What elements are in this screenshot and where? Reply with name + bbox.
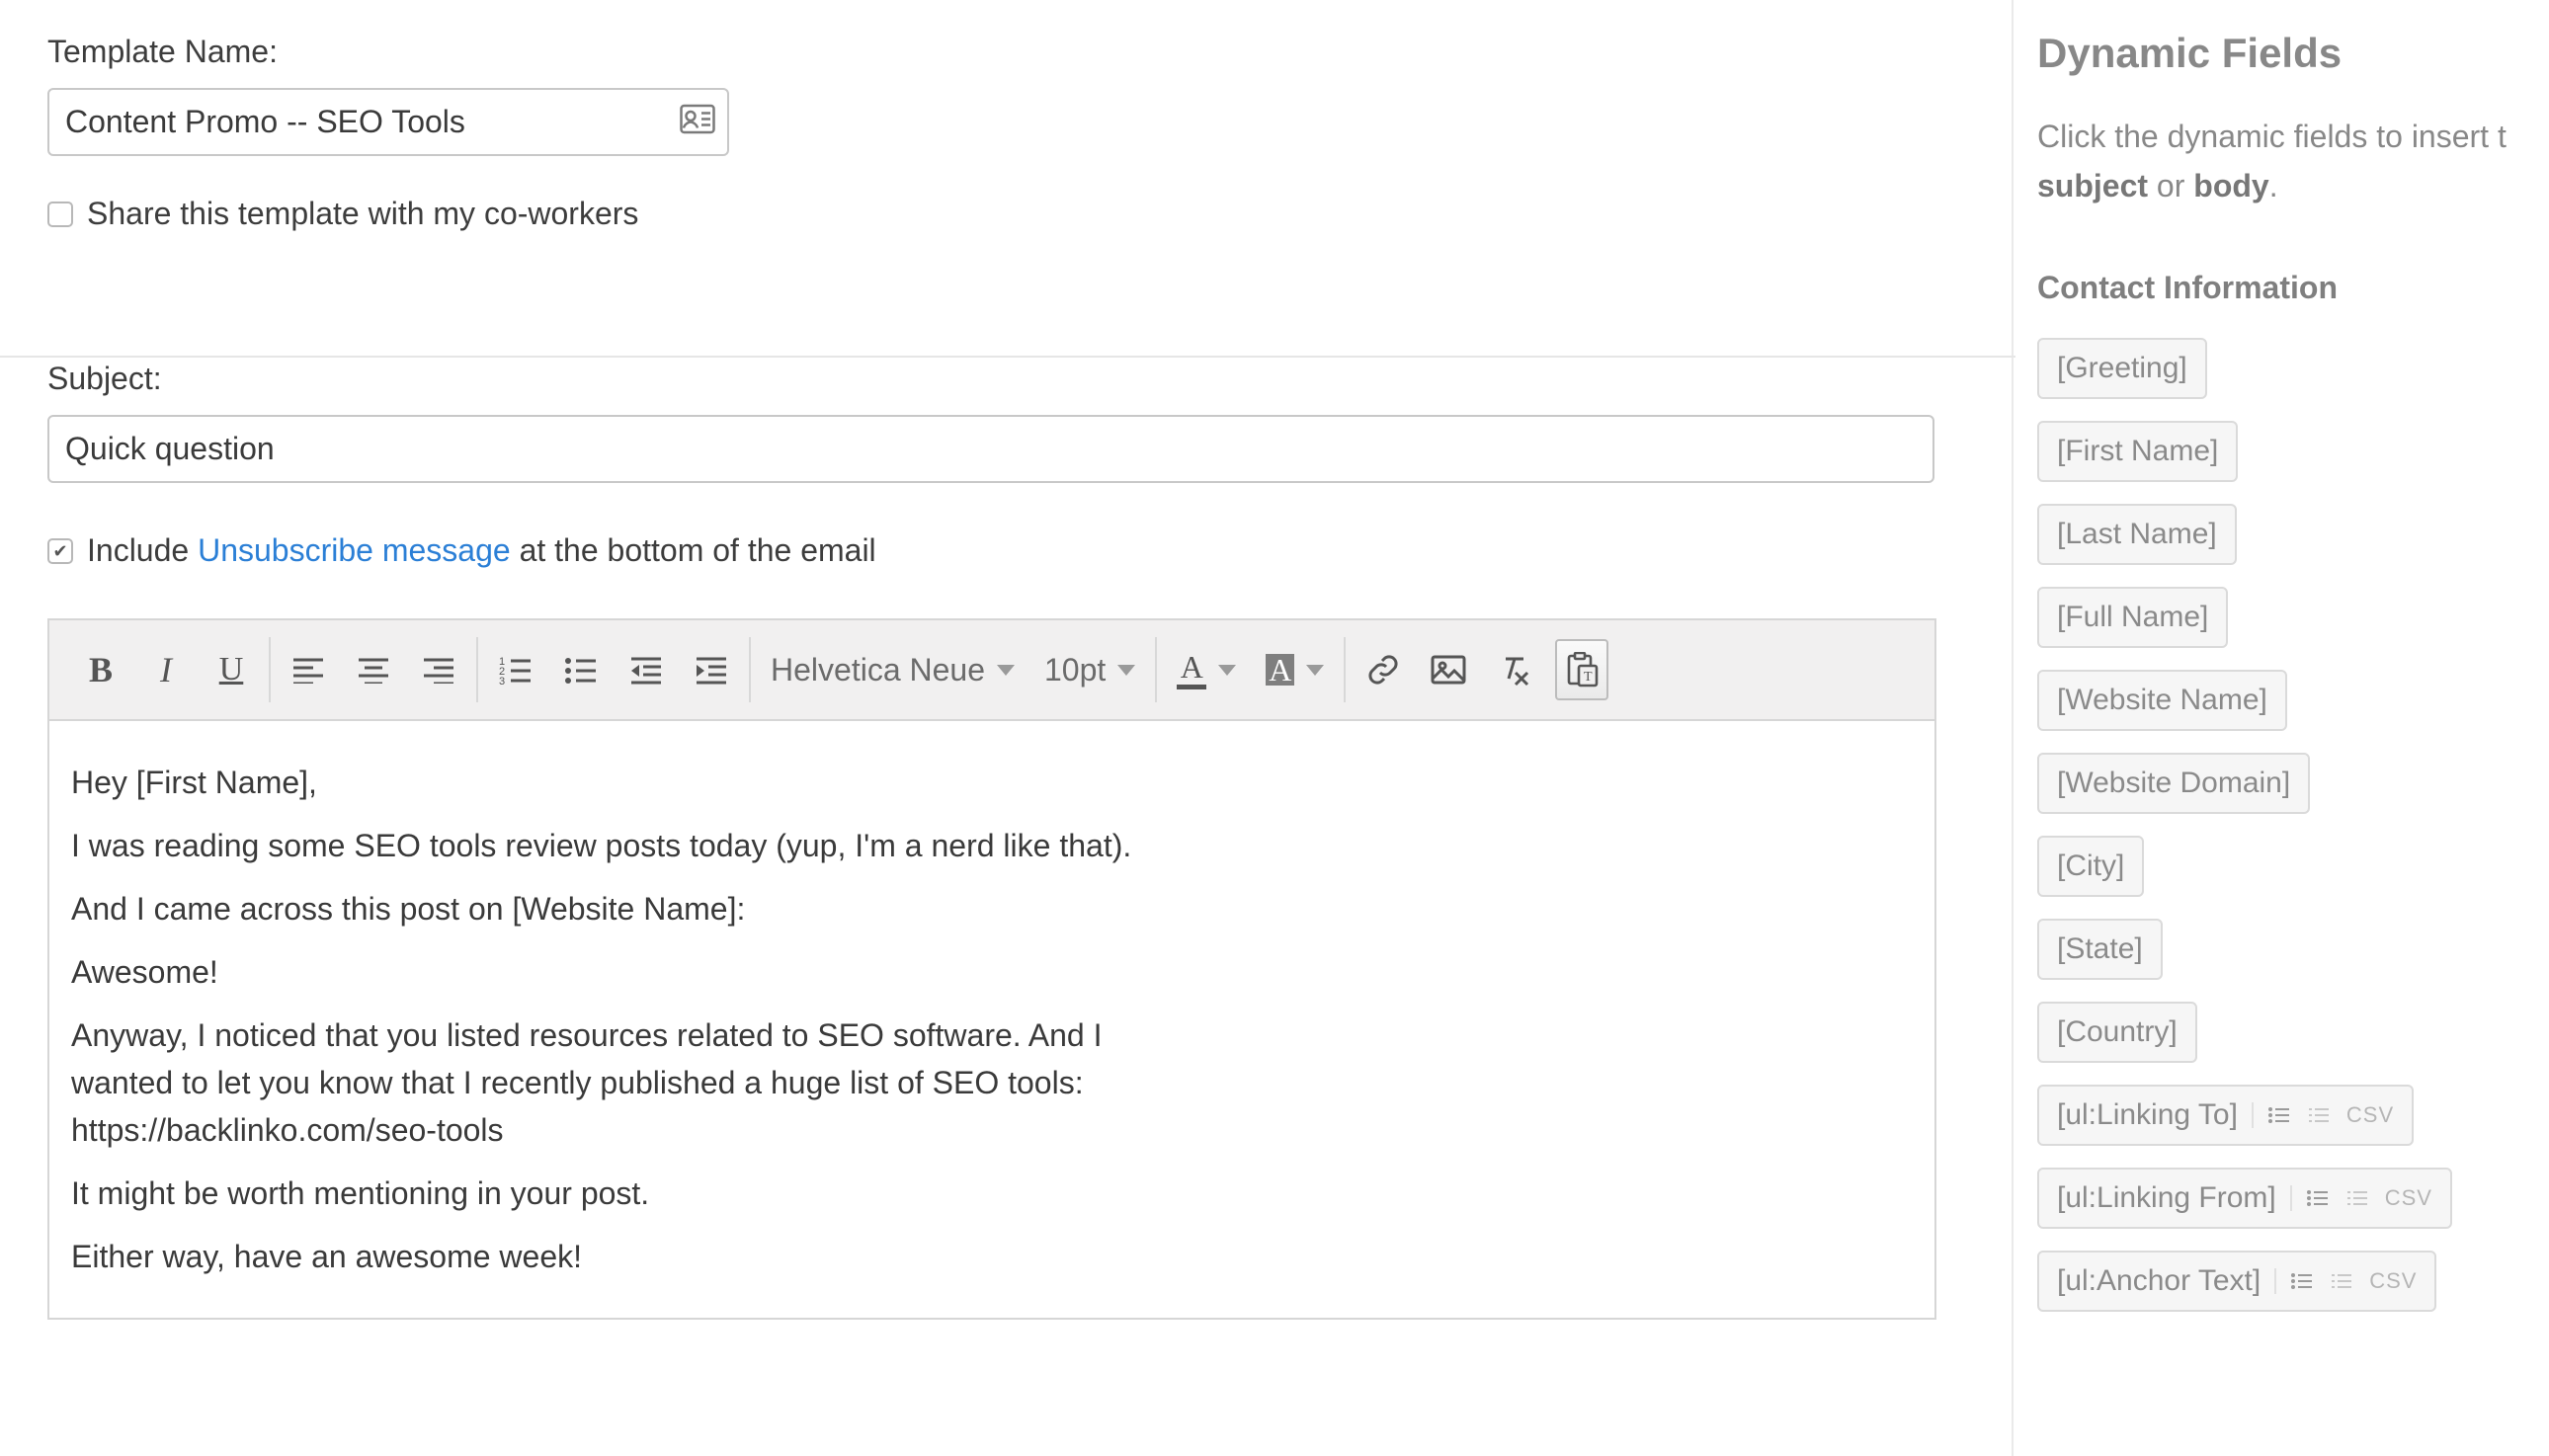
body-line: Awesome!: [71, 948, 1913, 996]
dynamic-field-list: [Greeting] [First Name] [Last Name] [Full N…: [2037, 338, 2549, 1312]
unsubscribe-checkbox[interactable]: [47, 538, 73, 564]
contact-info-heading: Contact Information: [2037, 270, 2549, 306]
dynamic-field-chip[interactable]: [Website Name]: [2037, 670, 2287, 731]
body-line: Either way, have an awesome week!: [71, 1233, 1913, 1280]
field-chip-extras: CSV: [2274, 1268, 2417, 1294]
bulleted-list-icon[interactable]: [2290, 1271, 2314, 1291]
align-right-button[interactable]: [415, 639, 462, 700]
numbered-list-icon[interactable]: [2330, 1271, 2353, 1291]
insert-image-button[interactable]: [1425, 639, 1472, 700]
bulleted-list-button[interactable]: [557, 639, 605, 700]
dynamic-field-chip[interactable]: [First Name]: [2037, 421, 2238, 482]
field-chip-label: [Country]: [2057, 1015, 2178, 1049]
numbered-list-button[interactable]: 123: [492, 639, 539, 700]
underline-button[interactable]: U: [207, 639, 255, 700]
dynamic-field-chip[interactable]: [ul:Linking To] CSV: [2037, 1085, 2414, 1146]
body-line: It might be worth mentioning in your pos…: [71, 1170, 1913, 1217]
body-line: Hey [First Name],: [71, 759, 1913, 806]
body-line: I was reading some SEO tools review post…: [71, 822, 1913, 869]
field-chip-extras: CSV: [2290, 1185, 2432, 1211]
font-family-value: Helvetica Neue: [771, 652, 985, 688]
field-chip-label: [State]: [2057, 932, 2143, 966]
clear-formatting-button[interactable]: [1490, 639, 1537, 700]
field-chip-label: [Website Domain]: [2057, 767, 2290, 800]
dynamic-field-chip[interactable]: [Website Domain]: [2037, 753, 2310, 814]
italic-button[interactable]: I: [142, 639, 190, 700]
text-color-button[interactable]: A: [1171, 651, 1242, 689]
template-name-input[interactable]: [47, 88, 729, 156]
field-chip-label: [ul:Linking From]: [2057, 1181, 2276, 1215]
editor-toolbar: B I U: [49, 620, 1934, 721]
field-chip-label: [Full Name]: [2057, 601, 2208, 634]
template-name-label: Template Name:: [47, 34, 1968, 70]
unsubscribe-prefix: Include: [87, 532, 198, 568]
font-size-value: 10pt: [1044, 652, 1106, 688]
svg-text:T: T: [1584, 670, 1593, 685]
csv-label[interactable]: CSV: [2369, 1268, 2417, 1294]
field-chip-label: [City]: [2057, 849, 2124, 883]
numbered-list-icon[interactable]: [2345, 1188, 2369, 1208]
field-chip-label: [ul:Anchor Text]: [2057, 1264, 2261, 1298]
dynamic-field-chip[interactable]: [Greeting]: [2037, 338, 2207, 399]
align-center-button[interactable]: [350, 639, 397, 700]
field-chip-label: [Last Name]: [2057, 518, 2217, 551]
dynamic-field-chip[interactable]: [State]: [2037, 919, 2163, 980]
sidebar-description: Click the dynamic fields to insert t sub…: [2037, 113, 2549, 210]
svg-text:3: 3: [499, 676, 505, 685]
share-template-label: Share this template with my co-workers: [87, 196, 638, 232]
subject-input[interactable]: [47, 415, 1934, 483]
body-paragraph: Anyway, I noticed that you listed resour…: [71, 1011, 1913, 1154]
chevron-down-icon: [1117, 665, 1135, 676]
csv-label[interactable]: CSV: [2346, 1102, 2394, 1128]
highlight-color-button[interactable]: A: [1260, 654, 1330, 686]
subject-section: Subject:: [47, 361, 1968, 483]
dynamic-field-chip[interactable]: [City]: [2037, 836, 2144, 897]
field-chip-extras: CSV: [2252, 1102, 2394, 1128]
email-editor: B I U: [47, 618, 1936, 1320]
unsubscribe-suffix: at the bottom of the email: [520, 532, 876, 568]
dynamic-field-chip[interactable]: [ul:Linking From] CSV: [2037, 1168, 2452, 1229]
field-chip-label: [Website Name]: [2057, 684, 2267, 717]
decrease-indent-button[interactable]: [622, 639, 670, 700]
dynamic-field-chip[interactable]: [ul:Anchor Text] CSV: [2037, 1251, 2436, 1312]
font-family-select[interactable]: Helvetica Neue: [765, 652, 1021, 688]
contact-card-icon[interactable]: [680, 104, 715, 140]
dynamic-field-chip[interactable]: [Last Name]: [2037, 504, 2237, 565]
chevron-down-icon: [1218, 665, 1236, 676]
dynamic-fields-sidebar: Dynamic Fields Click the dynamic fields …: [2015, 0, 2549, 1456]
sidebar-title: Dynamic Fields: [2037, 30, 2549, 77]
field-chip-label: [Greeting]: [2057, 352, 2187, 385]
dynamic-field-chip[interactable]: [Country]: [2037, 1002, 2197, 1063]
share-template-checkbox[interactable]: [47, 202, 73, 227]
insert-link-button[interactable]: [1359, 639, 1407, 700]
bold-button[interactable]: B: [77, 639, 124, 700]
horizontal-divider: [0, 356, 2015, 358]
bulleted-list-icon[interactable]: [2306, 1188, 2330, 1208]
chevron-down-icon: [997, 665, 1015, 676]
field-chip-label: [First Name]: [2057, 435, 2218, 468]
email-body-editor[interactable]: Hey [First Name], I was reading some SEO…: [49, 721, 1934, 1318]
increase-indent-button[interactable]: [688, 639, 735, 700]
bulleted-list-icon[interactable]: [2267, 1105, 2291, 1125]
dynamic-field-chip[interactable]: [Full Name]: [2037, 587, 2228, 648]
field-chip-label: [ul:Linking To]: [2057, 1098, 2238, 1132]
template-name-section: Template Name: Share this template: [47, 34, 1968, 232]
subject-label: Subject:: [47, 361, 1968, 397]
unsubscribe-row: Include Unsubscribe message at the botto…: [47, 532, 1968, 569]
unsubscribe-message-link[interactable]: Unsubscribe message: [198, 532, 511, 568]
share-template-row: Share this template with my co-workers: [47, 196, 1968, 232]
body-line: And I came across this post on [Website …: [71, 885, 1913, 932]
chevron-down-icon: [1306, 665, 1324, 676]
numbered-list-icon[interactable]: [2307, 1105, 2331, 1125]
align-left-button[interactable]: [285, 639, 332, 700]
paste-as-text-button[interactable]: T: [1555, 639, 1608, 700]
csv-label[interactable]: CSV: [2385, 1185, 2432, 1211]
font-size-select[interactable]: 10pt: [1038, 652, 1141, 688]
